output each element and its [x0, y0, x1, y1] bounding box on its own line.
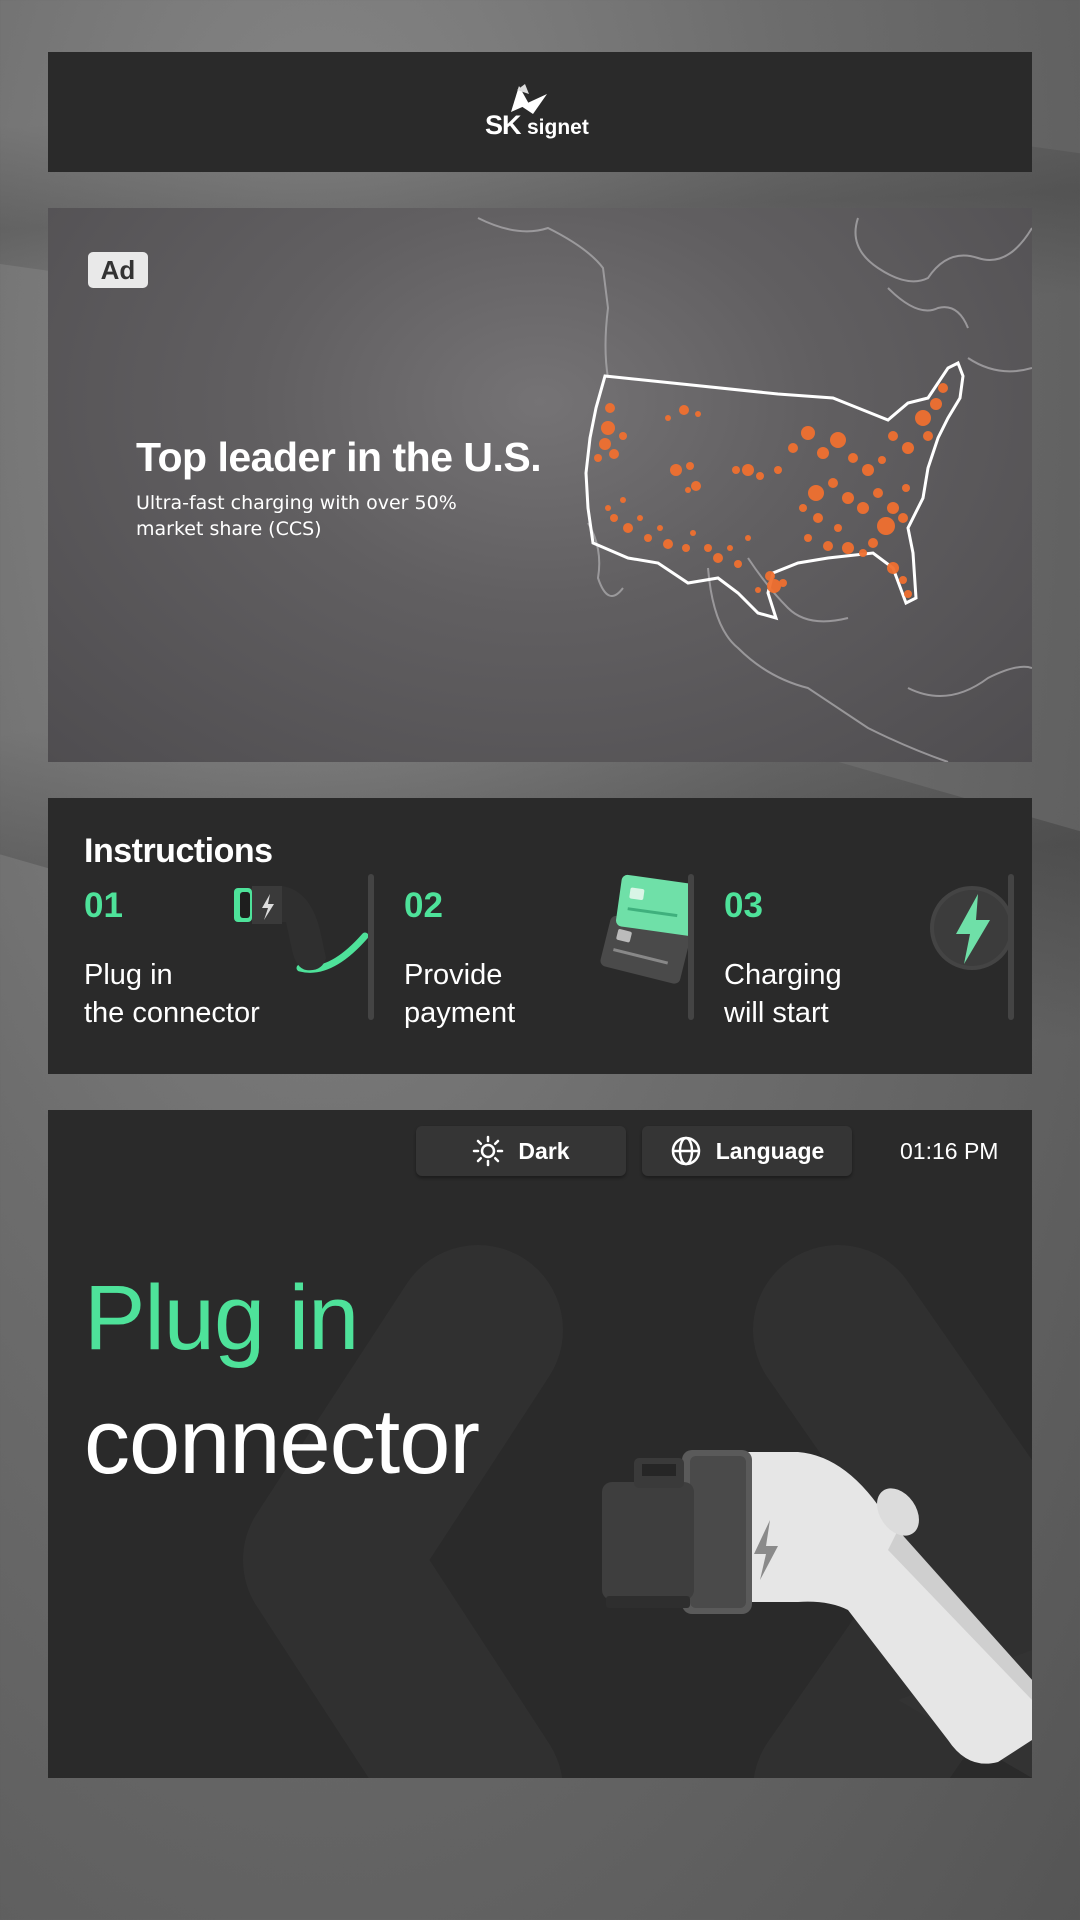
- ad-banner[interactable]: Ad Top leader in the U.S. Ultra-fast cha…: [48, 208, 1032, 762]
- theme-toggle-button[interactable]: Dark: [416, 1126, 626, 1176]
- ev-connector-illustration: [602, 1450, 1032, 1778]
- instruction-step-2: 02 Provide payment: [404, 874, 704, 1044]
- sun-icon: [473, 1135, 504, 1167]
- clock: 01:16 PM: [900, 1138, 999, 1164]
- theme-button-label: Dark: [518, 1137, 570, 1164]
- ad-subtitle: Ultra-fast charging with over 50% market…: [136, 492, 457, 540]
- hero-title-line-1: Plug in: [84, 1267, 359, 1369]
- lightning-icon: [930, 886, 1014, 970]
- logo-sk-text: SK: [485, 110, 522, 140]
- globe-icon: [671, 1136, 700, 1166]
- language-button[interactable]: Language: [642, 1126, 852, 1176]
- instruction-step-1: 01 Plug in the connector: [84, 874, 384, 1044]
- instructions-title: Instructions: [84, 832, 273, 870]
- ad-badge: Ad: [88, 252, 148, 288]
- payment-cards-icon: [600, 874, 690, 984]
- ad-title: Top leader in the U.S.: [136, 434, 542, 480]
- instructions-panel: Instructions 01 Plug in the connector 02…: [48, 798, 1032, 1074]
- logo-signet-text: signet: [527, 116, 589, 139]
- step-divider: [688, 874, 694, 1020]
- step-number: 03: [724, 886, 763, 925]
- step-divider: [1008, 874, 1014, 1020]
- header-bar: SK signet: [48, 52, 1032, 172]
- language-button-label: Language: [715, 1137, 825, 1164]
- main-panel: Dark Language 01:16 PM Plug in connector: [48, 1110, 1032, 1778]
- step-number: 02: [404, 886, 443, 925]
- sk-signet-logo: SK signet: [485, 82, 595, 142]
- step-label: Charging will start: [724, 959, 842, 1029]
- step-number: 01: [84, 886, 123, 925]
- hero-title-line-2: connector: [84, 1391, 480, 1493]
- us-map-graphic: [477, 217, 1032, 762]
- ev-plug-icon: [234, 886, 369, 973]
- instruction-step-3: 03 Charging will start: [724, 874, 1024, 1044]
- step-divider: [368, 874, 374, 1020]
